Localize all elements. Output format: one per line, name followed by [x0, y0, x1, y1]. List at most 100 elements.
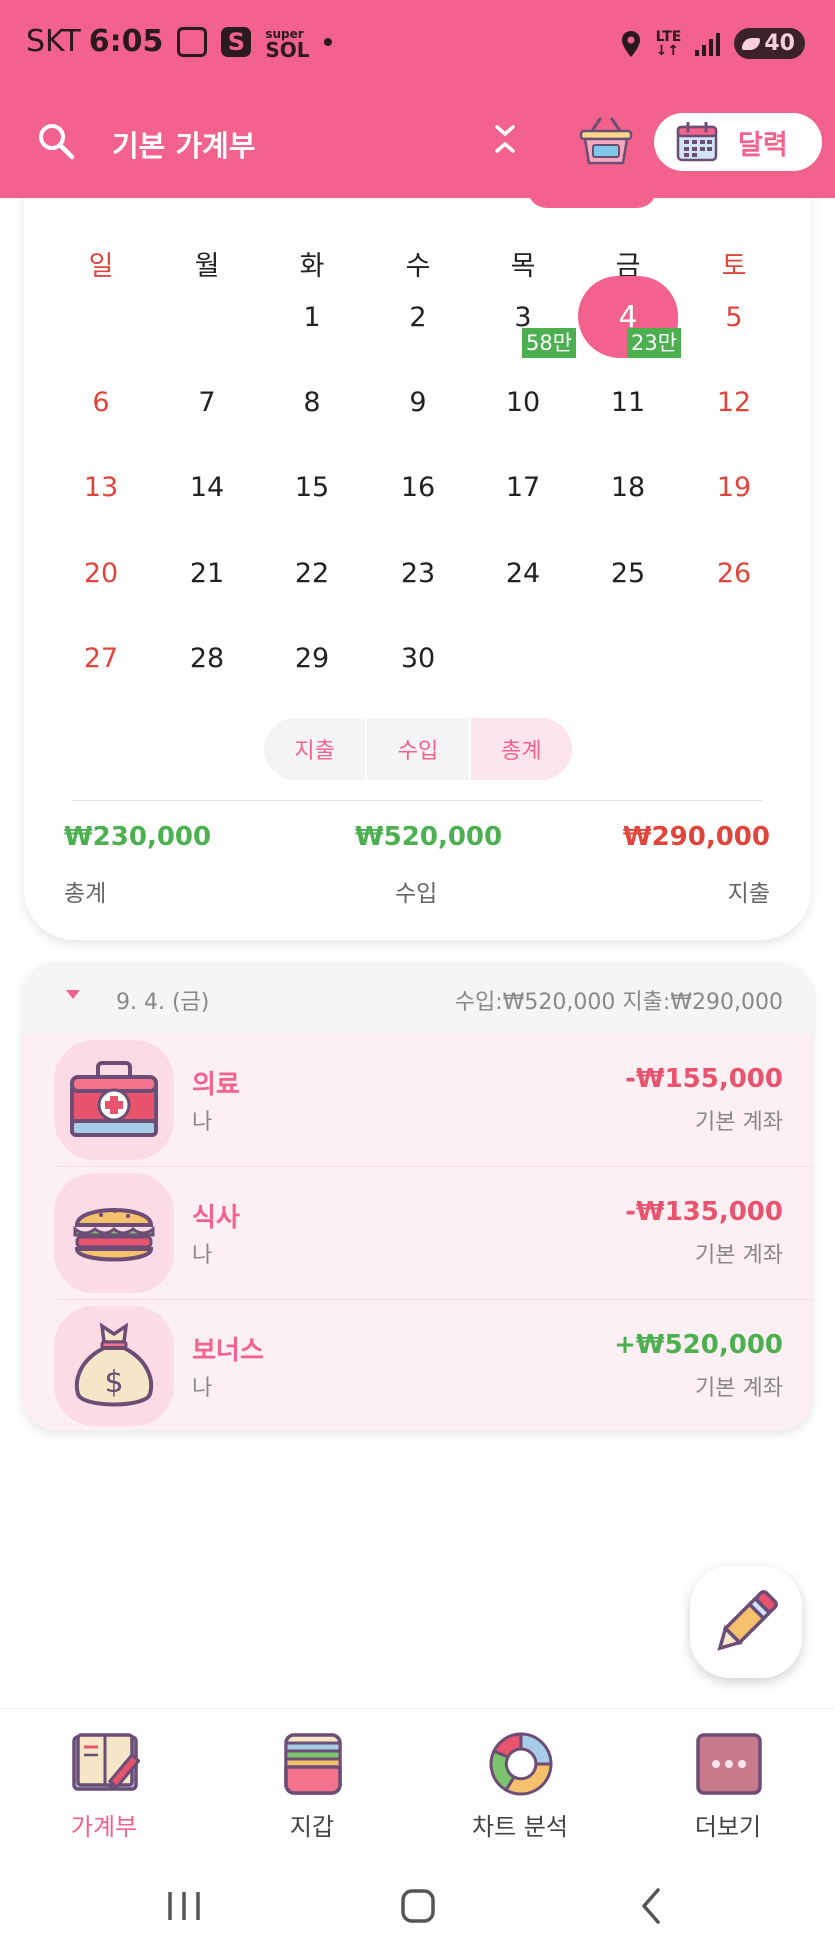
back-icon[interactable] — [622, 1876, 682, 1936]
calendar-day-27[interactable]: 27 — [51, 643, 151, 674]
calendar-day-17[interactable]: 17 — [473, 472, 573, 503]
calendar-day-7[interactable]: 7 — [157, 387, 257, 418]
svg-text:$: $ — [104, 1365, 123, 1400]
summary-income-value: ₩520,000 — [355, 822, 503, 852]
header: SKT 6:05 S super SOL LTE ↓↑ 40 기본 가계부 달력 — [0, 0, 835, 198]
transaction-row[interactable]: 의료 나 -₩155,000 기본 계좌 — [22, 1034, 813, 1166]
weekday-tue: 화 — [299, 251, 325, 282]
wallet-icon — [284, 1733, 342, 1795]
calendar-day-22[interactable]: 22 — [262, 558, 362, 589]
calendar-day-26[interactable]: 26 — [684, 558, 784, 589]
calendar-view-toggle[interactable]: 달력 — [654, 113, 822, 171]
transaction-row[interactable]: $ 보너스 나 +₩520,000 기본 계좌 — [22, 1300, 813, 1430]
transaction-member: 나 — [192, 1110, 213, 1135]
day-4-amount-badge: 23만 — [627, 328, 682, 358]
home-icon[interactable] — [388, 1876, 448, 1936]
calendar-day-21[interactable]: 21 — [157, 558, 257, 589]
transaction-category: 식사 — [192, 1203, 240, 1233]
s-app-icon: S — [221, 26, 252, 57]
summary-expense-value: ₩290,000 — [622, 822, 770, 852]
calendar-icon — [676, 122, 718, 162]
segment-income[interactable]: 수입 — [367, 718, 468, 780]
transaction-date: 9. 4. (금) — [116, 990, 210, 1015]
transaction-account: 기본 계좌 — [695, 1376, 783, 1401]
calendar-day-14[interactable]: 14 — [157, 472, 257, 503]
transaction-account: 기본 계좌 — [695, 1243, 783, 1268]
calendar-day-28[interactable]: 28 — [157, 643, 257, 674]
nav-more[interactable]: 더보기 — [624, 1709, 832, 1859]
summary-divider — [72, 800, 762, 801]
calendar-day-8[interactable]: 8 — [262, 387, 362, 418]
status-right: LTE ↓↑ 40 — [620, 28, 805, 59]
calendar-day-5[interactable]: 5 — [684, 302, 784, 333]
app-bar: 기본 가계부 달력 — [0, 95, 835, 195]
book-title[interactable]: 기본 가계부 — [112, 123, 256, 165]
calendar-day-29[interactable]: 29 — [262, 643, 362, 674]
transaction-member: 나 — [192, 1243, 213, 1268]
transaction-member: 나 — [192, 1376, 213, 1401]
donut-chart-icon — [489, 1732, 553, 1796]
calendar-day-11[interactable]: 11 — [578, 387, 678, 418]
summary-income-label: 수입 — [395, 881, 438, 907]
summary-expense-label: 지출 — [727, 881, 770, 907]
weekday-mon: 월 — [194, 251, 220, 282]
search-icon[interactable] — [32, 117, 80, 165]
notification-dot-icon — [323, 37, 332, 46]
collapse-chevron-icon[interactable] — [490, 119, 520, 159]
lte-label: LTE — [655, 28, 682, 45]
pencil-icon — [717, 1590, 778, 1651]
calendar-day-1[interactable]: 1 — [262, 302, 362, 333]
calendar-day-30[interactable]: 30 — [368, 643, 468, 674]
burger-icon — [54, 1173, 174, 1293]
nav-chart-analysis[interactable]: 차트 분석 — [416, 1709, 624, 1859]
segment-expense[interactable]: 지출 — [264, 718, 365, 780]
weekday-thu: 목 — [510, 251, 536, 282]
calendar-day-23[interactable]: 23 — [368, 558, 468, 589]
calendar-day-13[interactable]: 13 — [51, 472, 151, 503]
weekday-sun: 일 — [88, 251, 114, 282]
nav-wallet-label: 지갑 — [289, 1813, 335, 1841]
summary-total-label: 총계 — [64, 881, 107, 907]
transaction-day-header[interactable]: 9. 4. (금) 수입:₩520,000 지출:₩290,000 — [22, 962, 813, 1034]
calendar-day-19[interactable]: 19 — [684, 472, 784, 503]
nav-chart-label: 차트 분석 — [472, 1813, 568, 1841]
calendar-day-18[interactable]: 18 — [578, 472, 678, 503]
ledger-book-icon — [72, 1733, 140, 1791]
drag-handle[interactable] — [527, 188, 657, 208]
lte-indicator: LTE ↓↑ — [655, 28, 682, 59]
transaction-row[interactable]: 식사 나 -₩135,000 기본 계좌 — [22, 1167, 813, 1299]
calendar-day-9[interactable]: 9 — [368, 387, 468, 418]
transaction-day-group: 9. 4. (금) 수입:₩520,000 지출:₩290,000 의료 나 -… — [22, 962, 813, 1430]
calendar-day-16[interactable]: 16 — [368, 472, 468, 503]
calendar-day-20[interactable]: 20 — [51, 558, 151, 589]
calendar-day-6[interactable]: 6 — [51, 387, 151, 418]
summary-total-value: ₩230,000 — [64, 822, 212, 852]
battery-saver-icon — [742, 37, 761, 50]
calendar-day-24[interactable]: 24 — [473, 558, 573, 589]
status-left: SKT 6:05 S super SOL — [26, 24, 332, 62]
carrier-label: SKT — [26, 24, 81, 59]
calendar-day-10[interactable]: 10 — [473, 387, 573, 418]
weekday-wed: 수 — [405, 251, 431, 282]
calendar-day-15[interactable]: 15 — [262, 472, 362, 503]
caret-down-icon — [66, 990, 80, 999]
status-bar: SKT 6:05 S super SOL LTE ↓↑ 40 — [0, 0, 835, 90]
weekday-sat: 토 — [721, 251, 747, 282]
summary-mode-segmented-control: 지출 수입 총계 — [264, 718, 572, 780]
transaction-amount: -₩135,000 — [625, 1197, 783, 1227]
nav-wallet[interactable]: 지갑 — [208, 1709, 416, 1859]
segment-total[interactable]: 총계 — [470, 718, 572, 780]
calendar-day-12[interactable]: 12 — [684, 387, 784, 418]
system-navigation-bar — [0, 1858, 835, 1949]
battery-level: 40 — [764, 31, 795, 56]
recent-apps-icon[interactable] — [154, 1876, 214, 1936]
add-entry-button[interactable] — [690, 1566, 802, 1678]
transaction-account: 기본 계좌 — [695, 1110, 783, 1135]
nav-ledger[interactable]: 가계부 — [0, 1709, 208, 1859]
transaction-amount: +₩520,000 — [614, 1330, 783, 1360]
sol-app-bottom: SOL — [265, 37, 310, 62]
calendar-day-2[interactable]: 2 — [368, 302, 468, 333]
basket-icon[interactable] — [578, 115, 634, 167]
calendar-day-25[interactable]: 25 — [578, 558, 678, 589]
transaction-amount: -₩155,000 — [625, 1064, 783, 1094]
